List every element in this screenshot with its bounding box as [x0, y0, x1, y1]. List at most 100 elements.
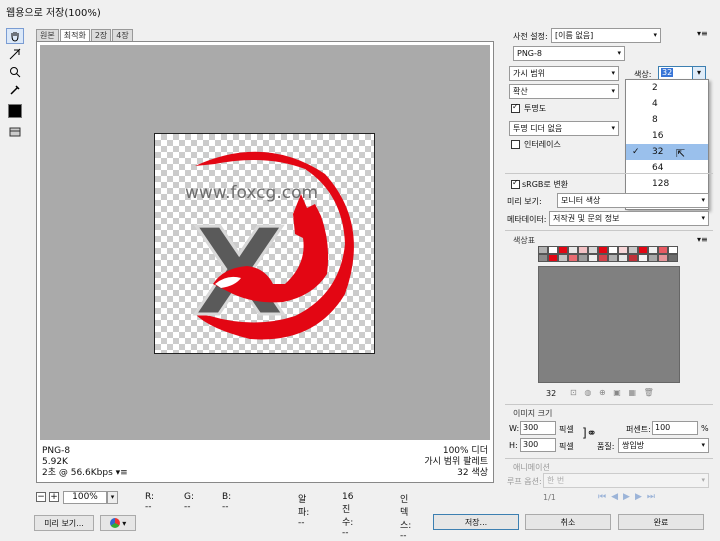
color-swatch[interactable]: [608, 246, 618, 254]
chevron-down-icon: ▾: [701, 441, 705, 449]
eyedropper-icon[interactable]: [6, 82, 24, 98]
transparency-checkbox[interactable]: [511, 102, 520, 113]
color-swatch[interactable]: [538, 246, 548, 254]
color-swatch[interactable]: [628, 254, 638, 262]
colors-option-selected[interactable]: ✓ 32 ⇱: [626, 144, 708, 160]
percent-label: 퍼센트:: [626, 425, 651, 434]
chevron-down-icon[interactable]: ▾: [107, 491, 118, 504]
percent-sign: %: [701, 424, 709, 433]
color-swatch[interactable]: [548, 254, 558, 262]
color-table-menu-icon[interactable]: ▾≡: [697, 235, 708, 244]
status-alpha: 알파: --: [298, 495, 310, 528]
status-r: R: --: [145, 492, 155, 512]
tab-4-up[interactable]: 4장: [112, 29, 133, 41]
browser-icon: [109, 518, 120, 528]
colors-option[interactable]: 16: [626, 128, 708, 144]
loop-select[interactable]: 한 번 ▾: [543, 473, 709, 488]
color-swatch[interactable]: [618, 246, 628, 254]
interlaced-label: 인터레이스: [524, 140, 561, 149]
color-swatch[interactable]: [558, 246, 568, 254]
colors-option[interactable]: 128: [626, 176, 708, 192]
preset-select[interactable]: [이름 없음] ▾: [551, 28, 661, 43]
color-swatch[interactable]: [558, 254, 568, 262]
color-table-title: 색상표: [513, 236, 536, 245]
srgb-checkbox[interactable]: [511, 178, 520, 189]
color-swatch[interactable]: [618, 254, 628, 262]
colors-option[interactable]: 4: [626, 96, 708, 112]
metadata-select[interactable]: 저작권 및 문의 정보 ▾: [549, 211, 709, 226]
preview-mode-label: 미리 보기:: [507, 197, 542, 206]
zoom-in-button[interactable]: +: [49, 492, 59, 502]
animation-title: 애니메이션: [513, 463, 550, 472]
animation-controls[interactable]: ⏮◀▶▶⏭: [598, 492, 660, 502]
tab-optimized[interactable]: 최적화: [59, 29, 90, 41]
metadata-label: 메타데이터:: [507, 215, 547, 224]
info-size: 5.92K: [42, 457, 68, 467]
info-palette: 가시 범위 팔레트: [424, 457, 488, 467]
color-count: 32: [546, 389, 557, 398]
transparency-dither-select[interactable]: 투명 디더 없음 ▾: [509, 121, 619, 136]
format-select[interactable]: PNG-8 ▾: [513, 46, 625, 61]
browser-preview-button[interactable]: ▾: [100, 515, 136, 531]
srgb-label: sRGB로 변환: [522, 180, 569, 189]
color-swatch[interactable]: [638, 254, 648, 262]
chevron-down-icon: ▾: [611, 87, 615, 95]
window-title: 웹용으로 저장(100%): [6, 8, 101, 19]
color-swatch[interactable]: [598, 254, 608, 262]
color-swatch[interactable]: [638, 246, 648, 254]
color-swatch[interactable]: [568, 254, 578, 262]
color-swatch[interactable]: [588, 246, 598, 254]
width-input[interactable]: 300: [520, 421, 556, 435]
quality-label: 품질:: [597, 442, 615, 451]
color-swatch[interactable]: [658, 246, 668, 254]
info-right: 100% 디더 가시 범위 팔레트 32 색상: [408, 446, 488, 479]
color-swatch[interactable]: [648, 246, 658, 254]
color-swatch[interactable]: [598, 246, 608, 254]
zoom-out-button[interactable]: −: [36, 492, 46, 502]
quality-select[interactable]: 쌍입방 ▾: [618, 438, 709, 453]
color-swatch[interactable]: [538, 254, 548, 262]
dither-select[interactable]: 확산 ▾: [509, 84, 619, 99]
color-table-area[interactable]: [538, 266, 680, 383]
interlaced-checkbox[interactable]: [511, 140, 520, 149]
colors-input[interactable]: 32: [658, 66, 694, 80]
color-swatch[interactable]: [548, 246, 558, 254]
colors-dropdown-icon[interactable]: ▾: [692, 66, 706, 80]
toggle-slices-icon[interactable]: [6, 124, 24, 140]
zoom-level-input[interactable]: 100%: [63, 491, 107, 504]
cancel-button[interactable]: 취소: [525, 514, 611, 530]
tab-2-up[interactable]: 2장: [90, 29, 112, 41]
tab-original[interactable]: 원본: [36, 29, 59, 41]
color-swatch[interactable]: [668, 246, 678, 254]
color-swatch[interactable]: [658, 254, 668, 262]
optimize-menu-icon[interactable]: ▾≡: [697, 29, 708, 38]
eyedropper-color-swatch[interactable]: [8, 104, 22, 118]
color-swatch[interactable]: [578, 254, 588, 262]
height-input[interactable]: 300: [520, 438, 556, 452]
color-swatch[interactable]: [608, 254, 618, 262]
color-swatch[interactable]: [578, 246, 588, 254]
save-button[interactable]: 저장...: [433, 514, 519, 530]
fox-logo: X www.foxcg.com: [185, 151, 354, 345]
color-swatch[interactable]: [568, 246, 578, 254]
done-button[interactable]: 완료: [618, 514, 704, 530]
hand-tool-icon[interactable]: [6, 28, 24, 44]
color-swatch[interactable]: [588, 254, 598, 262]
slice-select-icon[interactable]: [6, 46, 24, 62]
info-format: PNG-8: [42, 446, 71, 456]
zoom-icon[interactable]: [6, 64, 24, 80]
color-swatch[interactable]: [628, 246, 638, 254]
color-swatch[interactable]: [668, 254, 678, 262]
colors-option[interactable]: 8: [626, 112, 708, 128]
link-icon[interactable]: ]⚭: [582, 426, 597, 440]
info-download-time[interactable]: 2초 @ 56.6Kbps ▾≡: [42, 468, 128, 479]
preview-button[interactable]: 미리 보기...: [34, 515, 94, 531]
info-colors: 32 색상: [457, 468, 488, 478]
color-table-action-icons[interactable]: ⊡ ◍ ⊕ ▣ ▦ 🗑: [570, 388, 654, 397]
color-swatch[interactable]: [648, 254, 658, 262]
preset-label: 사전 설정:: [513, 32, 548, 41]
reduction-select[interactable]: 가시 범위 ▾: [509, 66, 619, 81]
percent-input[interactable]: 100: [652, 421, 698, 435]
preview-mode-select[interactable]: 모니터 색상 ▾: [557, 193, 709, 208]
colors-option[interactable]: 2: [626, 80, 708, 96]
